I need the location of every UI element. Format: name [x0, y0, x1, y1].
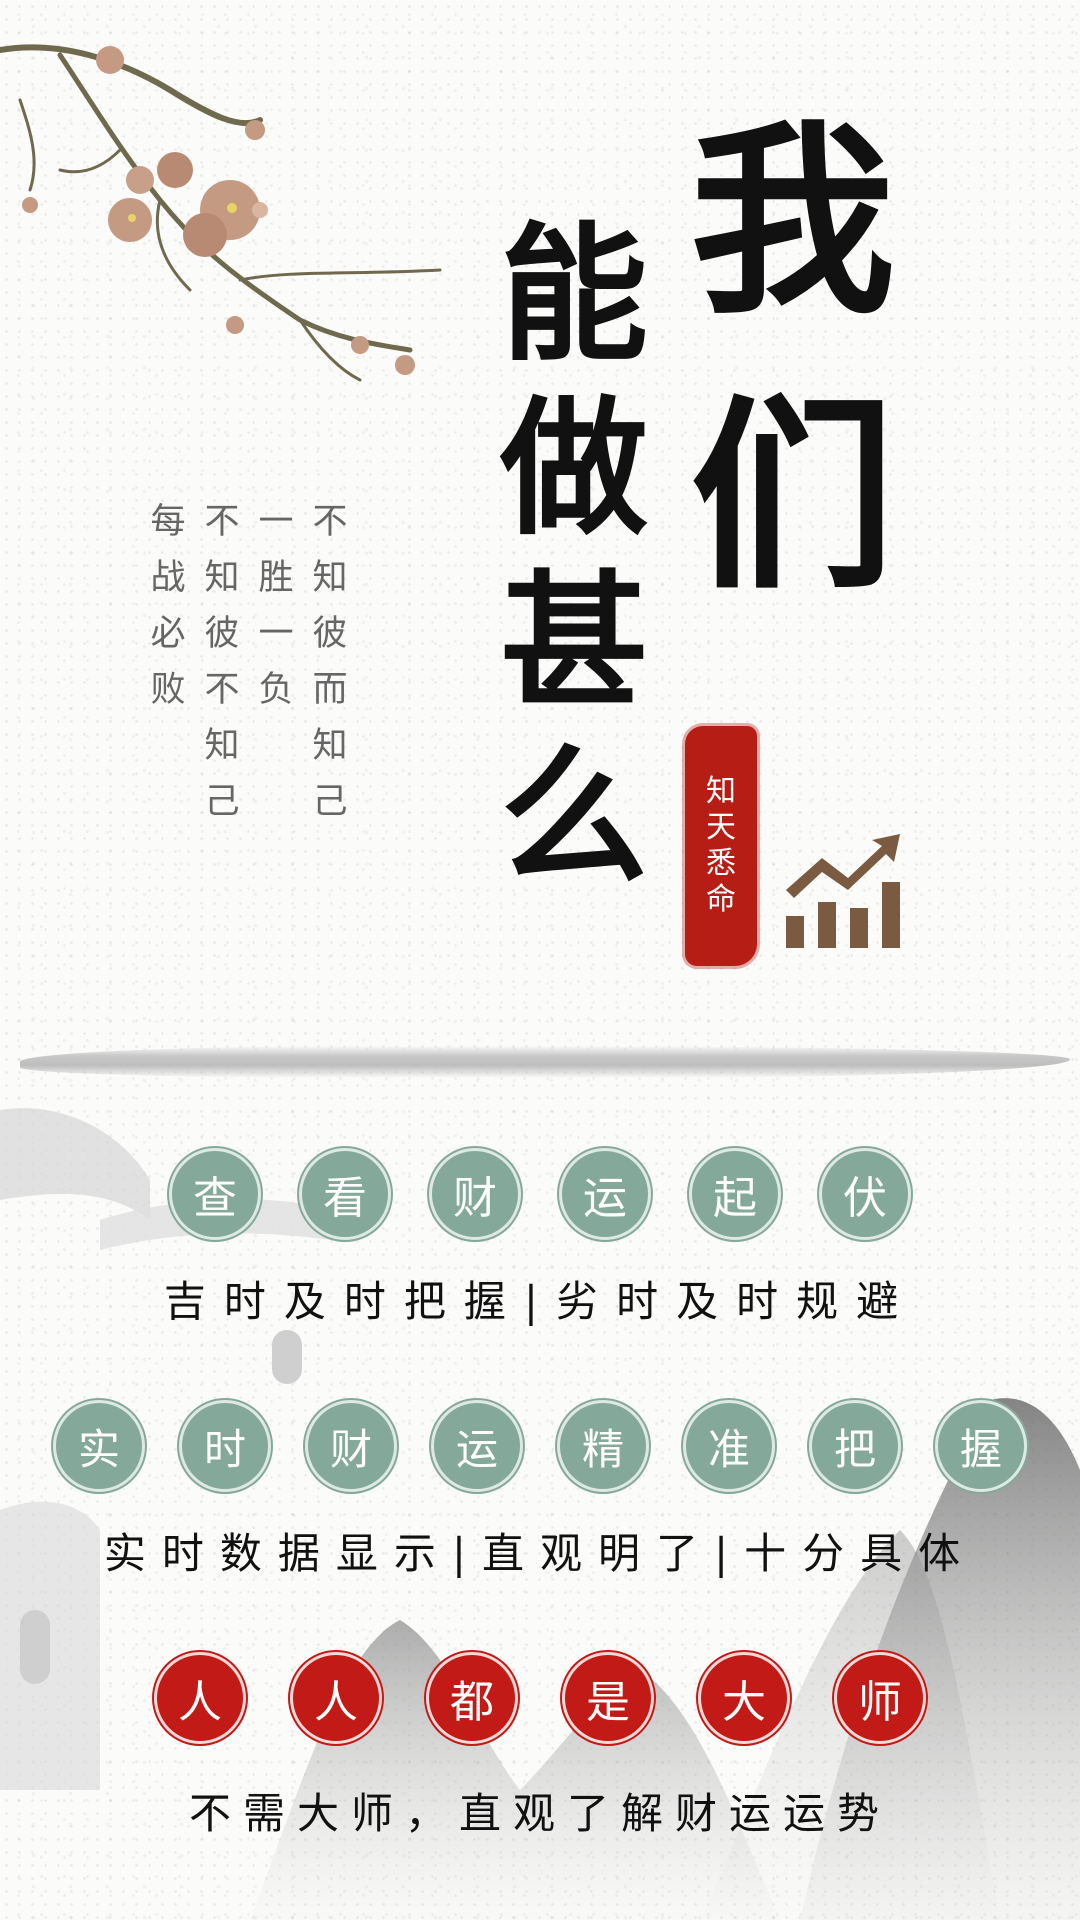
- feature-char-circle: 财: [429, 1148, 521, 1240]
- feature-char-circle: 看: [299, 1148, 391, 1240]
- seal-char: 命: [706, 882, 736, 917]
- seal-char: 天: [706, 810, 736, 845]
- feature-row-2: 实 时 财 运 精 准 把 握: [0, 1400, 1080, 1492]
- plum-blossom-branch-icon: [0, 44, 442, 382]
- poem-char: 战: [150, 558, 186, 598]
- title-char: 能: [500, 207, 648, 381]
- feature-caption-3: 不需大师，直观了解财运运势: [188, 1789, 891, 1838]
- feature-row-3: 人 人 都 是 大 师: [0, 1652, 1080, 1744]
- title-char: 我: [690, 102, 895, 342]
- poem-char: 知: [312, 726, 348, 766]
- poem-char: 必: [150, 614, 186, 654]
- poem-char: 败: [150, 670, 186, 710]
- feature-row-1: 查 看 财 运 起 伏: [0, 1148, 1080, 1240]
- poem-char: 不: [204, 502, 240, 542]
- poem-char: 知: [204, 558, 240, 598]
- feature-char-circle: 精: [557, 1400, 649, 1492]
- poem-column: 不 知 彼 不 知 己: [202, 494, 242, 824]
- feature-char-circle: 财: [305, 1400, 397, 1492]
- feature-char-circle: 运: [559, 1148, 651, 1240]
- feature-char-circle: 运: [431, 1400, 523, 1492]
- feature-char-circle: 大: [698, 1652, 790, 1744]
- poem-column: 一 胜 一 负: [256, 494, 296, 824]
- poem-column: 不 知 彼 而 知 己: [310, 494, 350, 824]
- feature-char-circle: 把: [809, 1400, 901, 1492]
- vertical-poem: 不 知 彼 而 知 己 一 胜 一 负 不 知 彼 不 知 己 每 战 必 败: [148, 494, 350, 824]
- feature-char-circle: 人: [290, 1652, 382, 1744]
- poem-char: 知: [204, 726, 240, 766]
- poem-char: 彼: [204, 614, 240, 654]
- poem-char: 彼: [312, 614, 348, 654]
- feature-char-circle: 是: [562, 1652, 654, 1744]
- feature-char-circle: 伏: [819, 1148, 911, 1240]
- feature-char-circle: 都: [426, 1652, 518, 1744]
- poem-char: 每: [150, 502, 186, 542]
- feature-char-circle: 师: [834, 1652, 926, 1744]
- poem-char: 一: [258, 502, 294, 542]
- feature-char-circle: 准: [683, 1400, 775, 1492]
- poem-char: 不: [204, 670, 240, 710]
- feature-caption-2: 实时数据显示|直观明了|十分具体: [103, 1529, 977, 1578]
- feature-char-circle: 握: [935, 1400, 1027, 1492]
- title-line-1: 我 们: [690, 120, 895, 600]
- poem-char: 一: [258, 614, 294, 654]
- poem-char: 知: [312, 558, 348, 598]
- title-line-2: 能 做 甚 么: [500, 220, 648, 890]
- title-char: 们: [690, 377, 895, 617]
- feature-caption-1: 吉时及时把握|劣时及时规避: [163, 1277, 917, 1326]
- poem-char: 己: [312, 782, 348, 822]
- poem-char: 己: [204, 782, 240, 822]
- title-char: 甚: [500, 555, 648, 729]
- poem-char: 胜: [258, 558, 294, 598]
- seal-char: 悉: [706, 846, 736, 881]
- red-seal-stamp: 知 天 悉 命: [685, 726, 757, 966]
- poem-column: 每 战 必 败: [148, 494, 188, 824]
- poem-char: 不: [312, 502, 348, 542]
- feature-char-circle: 实: [53, 1400, 145, 1492]
- seal-char: 知: [706, 774, 736, 809]
- feature-char-circle: 人: [154, 1652, 246, 1744]
- growth-chart-icon: [786, 834, 900, 948]
- ink-brush-divider: [20, 1046, 1070, 1078]
- poem-char: 负: [258, 670, 294, 710]
- poem-char: 而: [312, 670, 348, 710]
- title-char: 么: [500, 729, 648, 903]
- title-char: 做: [500, 381, 648, 555]
- feature-char-circle: 起: [689, 1148, 781, 1240]
- feature-char-circle: 查: [169, 1148, 261, 1240]
- feature-char-circle: 时: [179, 1400, 271, 1492]
